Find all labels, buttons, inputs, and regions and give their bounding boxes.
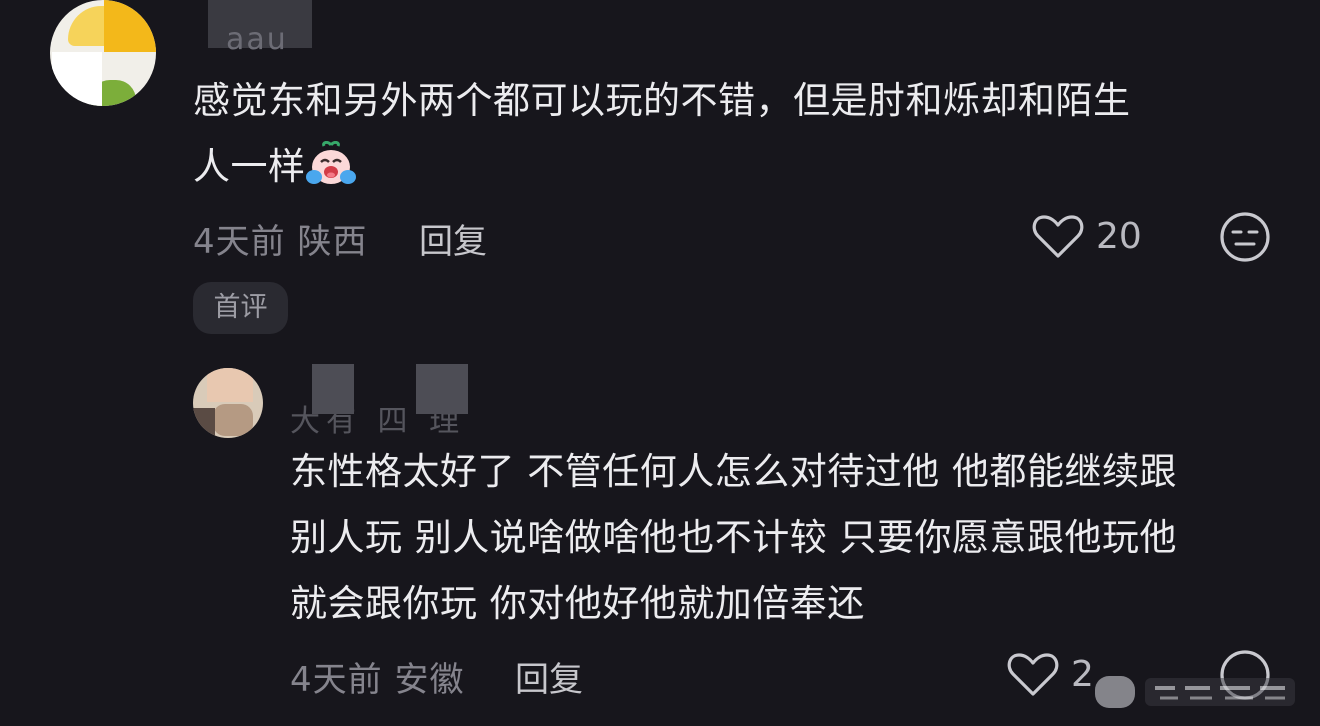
watermark: [1085, 668, 1315, 717]
comment-location: 陕西: [297, 222, 368, 262]
heart-icon[interactable]: [1005, 650, 1061, 700]
reply-time: 4天前: [290, 660, 383, 700]
comment-reply-button[interactable]: 回复: [419, 214, 487, 263]
reply-text: 东性格太好了 不管任何人怎么对待过他 他都能继续跟 别人玩 别人说啥做啥他也不计…: [290, 439, 1300, 637]
reply-text-line: 别人玩 别人说啥做啥他也不计较 只要你愿意跟他玩他: [290, 516, 1178, 559]
comment-text-line: 人一样: [193, 145, 306, 188]
comment-time: 4天前: [193, 222, 286, 262]
reply-meta: 4天前 安徽: [290, 652, 464, 701]
comment-username[interactable]: aau: [208, 0, 312, 57]
comment-like-count: 20: [1096, 216, 1142, 257]
avatar-shape: [193, 408, 215, 438]
avatar-shape: [213, 404, 253, 436]
reply-username[interactable]: 大有 四 理: [290, 364, 490, 439]
avatar-privacy-mask: [104, 0, 156, 52]
neutral-face-icon[interactable]: [1218, 210, 1272, 264]
heart-icon[interactable]: [1030, 212, 1086, 262]
username-privacy-mask: [416, 364, 468, 414]
username-privacy-mask: [312, 364, 354, 414]
reply-location: 安徽: [394, 660, 465, 700]
comment-avatar[interactable]: [50, 0, 156, 106]
comment-text-line: 感觉东和另外两个都可以玩的不错，但是肘和烁却和陌生: [193, 79, 1131, 122]
reply-reply-button[interactable]: 回复: [515, 652, 583, 701]
crying-face-emoji-icon: [305, 141, 356, 187]
first-comment-badge: 首评: [193, 282, 288, 334]
reply-text-line: 就会跟你玩 你对他好他就加倍奉还: [290, 582, 865, 625]
comment-text-line-with-emoji: 人一样: [193, 134, 1293, 200]
reply-avatar[interactable]: [193, 368, 263, 438]
comment-username-text: aau: [226, 22, 288, 57]
comment-meta: 4天前 陕西: [193, 214, 367, 263]
comment-text: 感觉东和另外两个都可以玩的不错，但是肘和烁却和陌生 人一样: [193, 68, 1293, 200]
avatar-privacy-mask: [52, 52, 102, 106]
avatar-shape: [207, 368, 253, 402]
reply-text-line: 东性格太好了 不管任何人怎么对待过他 他都能继续跟: [290, 450, 1178, 493]
